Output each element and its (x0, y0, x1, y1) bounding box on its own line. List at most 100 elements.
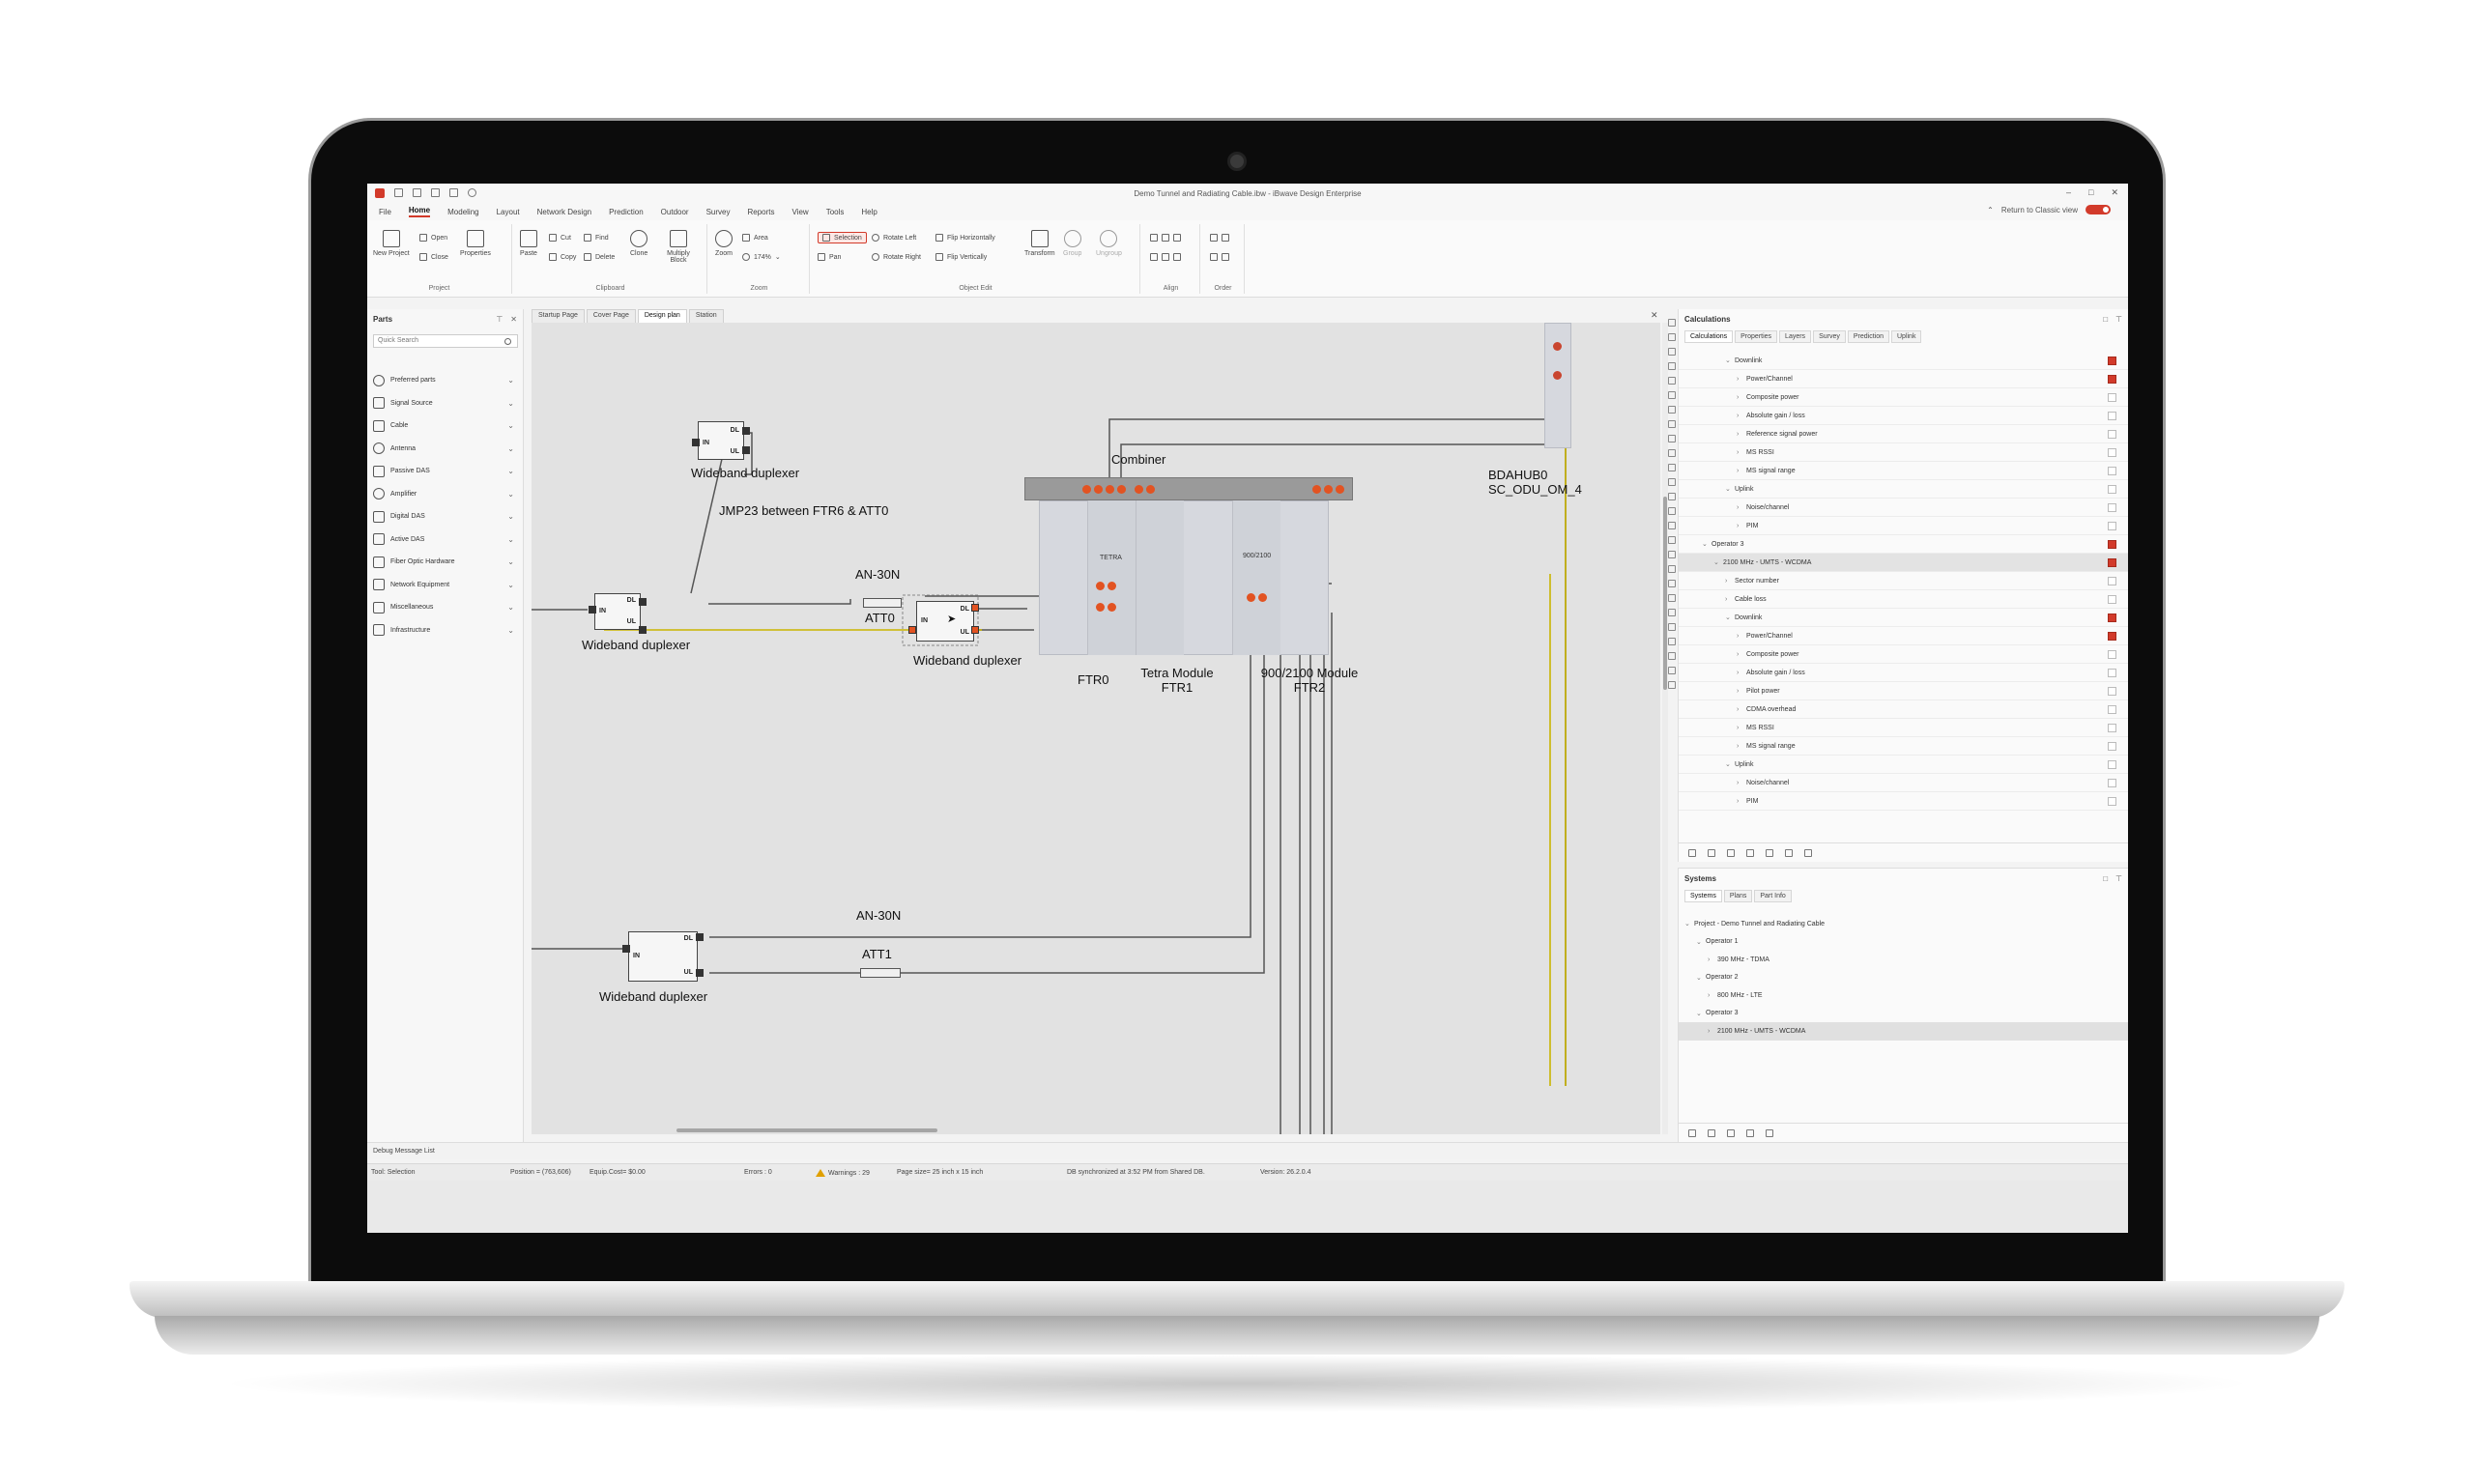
classic-view-toggle[interactable]: ⌃ Return to Classic view (1987, 205, 2111, 214)
checkbox[interactable] (2108, 632, 2116, 641)
chevron-right-icon[interactable]: › (1737, 670, 1746, 676)
checkbox[interactable] (2108, 650, 2116, 659)
cut-button[interactable]: Cut (549, 234, 571, 242)
ungroup-button[interactable]: Ungroup (1096, 230, 1122, 257)
tool-icon[interactable] (1668, 478, 1676, 486)
calc-tree-row[interactable]: ⌄ Downlink (1679, 609, 2128, 627)
checkbox[interactable] (2108, 503, 2116, 512)
menu-outdoor[interactable]: Outdoor (661, 208, 689, 216)
checkbox[interactable] (2108, 412, 2116, 420)
checkbox[interactable] (2108, 558, 2116, 567)
maximize-icon[interactable]: □ (2088, 187, 2093, 198)
tool-icon[interactable] (1668, 652, 1676, 660)
tool-icon[interactable] (1668, 681, 1676, 689)
tool-icon[interactable] (1668, 522, 1676, 529)
chevron-right-icon[interactable]: › (1708, 956, 1717, 963)
chevron-right-icon[interactable]: › (1737, 780, 1746, 786)
design-canvas[interactable]: IN DL UL Wideband duplexer JMP23 between… (532, 323, 1660, 1134)
copy-button[interactable]: Copy (549, 253, 576, 261)
attenuator-att0[interactable] (863, 598, 902, 608)
menu-view[interactable]: View (792, 208, 809, 216)
chart-icon[interactable] (1766, 848, 1773, 857)
tool-icon[interactable] (1668, 333, 1676, 341)
tab-layers[interactable]: Layers (1779, 330, 1812, 343)
calc-tree-row[interactable]: › Reference signal power (1679, 425, 2128, 443)
checkbox[interactable] (2108, 779, 2116, 787)
attenuator-att1[interactable] (860, 968, 901, 978)
tool-icon[interactable] (1668, 391, 1676, 399)
menu-prediction[interactable]: Prediction (609, 208, 644, 216)
port-led[interactable] (1108, 582, 1116, 590)
chevron-right-icon[interactable]: › (1737, 688, 1746, 695)
chevron-up-icon[interactable]: ⌃ (1987, 206, 1994, 214)
tab-properties[interactable]: Properties (1735, 330, 1778, 343)
checkbox[interactable] (2108, 687, 2116, 696)
float-icon[interactable]: □ (2103, 874, 2108, 883)
selection-tool-button[interactable]: Selection (818, 232, 867, 243)
tool-icon[interactable] (1668, 507, 1676, 515)
checkbox[interactable] (2108, 797, 2116, 806)
chevron-down-icon[interactable]: ⌄ (1713, 558, 1723, 566)
calc-tree-row[interactable]: › Absolute gain / loss (1679, 407, 2128, 425)
chevron-right-icon[interactable]: › (1725, 578, 1735, 585)
checkbox[interactable] (2108, 448, 2116, 457)
close-icon[interactable]: ✕ (510, 315, 517, 324)
chevron-right-icon[interactable]: › (1737, 394, 1746, 401)
tool-icon[interactable] (1668, 319, 1676, 327)
tool-icon[interactable] (1668, 348, 1676, 356)
menu-help[interactable]: Help (861, 208, 877, 216)
parts-search-input[interactable]: Quick Search (373, 334, 518, 348)
comment-icon[interactable] (1746, 848, 1754, 857)
chevron-right-icon[interactable]: › (1737, 413, 1746, 419)
checkbox[interactable] (2108, 577, 2116, 585)
port-led[interactable] (1096, 603, 1105, 612)
tool-icon[interactable] (1668, 565, 1676, 573)
checkbox[interactable] (2108, 669, 2116, 677)
systems-tree-row[interactable]: ⌄ Project - Demo Tunnel and Radiating Cab… (1679, 915, 2128, 933)
combiner-bar[interactable] (1024, 477, 1353, 500)
parts-item-infrastructure[interactable]: Infrastructure ⌄ (373, 619, 518, 642)
parts-item-signal-source[interactable]: Signal Source ⌄ (373, 392, 518, 415)
calc-tree-row[interactable]: › Noise/channel (1679, 499, 2128, 517)
send-backward-button[interactable] (1210, 253, 1229, 261)
tab-station[interactable]: Station (688, 309, 724, 323)
tool-icon[interactable] (1668, 435, 1676, 442)
debug-message-list[interactable]: Debug Message List (367, 1142, 2128, 1159)
pin-icon[interactable]: ⊤ (2115, 315, 2122, 324)
close-icon[interactable]: ✕ (1651, 310, 1658, 321)
chevron-right-icon[interactable]: › (1737, 468, 1746, 474)
multiply-block-button[interactable]: Multiply Block (659, 230, 698, 264)
export-icon[interactable] (1804, 848, 1812, 857)
parts-item-antenna[interactable]: Antenna ⌄ (373, 438, 518, 461)
checkbox[interactable] (2108, 760, 2116, 769)
checkbox[interactable] (2108, 485, 2116, 494)
port-led[interactable] (1096, 582, 1105, 590)
calc-tree-row[interactable]: › Power/Channel (1679, 370, 2128, 388)
paste-button[interactable]: Paste (520, 230, 537, 257)
align-top-button[interactable] (1150, 253, 1181, 261)
chevron-down-icon[interactable]: ⌄ (1725, 357, 1735, 364)
duplexer-block-selected[interactable]: IN DL UL (916, 601, 974, 642)
zoom-level-select[interactable]: 174% ⌄ (742, 253, 781, 261)
tool-icon[interactable] (1668, 594, 1676, 602)
tool-icon[interactable] (1668, 536, 1676, 544)
calc-tree-row[interactable]: › Composite power (1679, 645, 2128, 664)
checkbox[interactable] (2108, 393, 2116, 402)
chevron-down-icon[interactable]: ⌄ (1725, 614, 1735, 621)
menu-modeling[interactable]: Modeling (447, 208, 478, 216)
chevron-down-icon[interactable]: ⌄ (1696, 974, 1706, 982)
port-led[interactable] (1247, 593, 1255, 602)
chevron-right-icon[interactable]: › (1737, 651, 1746, 658)
bring-forward-button[interactable] (1210, 234, 1229, 242)
menu-survey[interactable]: Survey (706, 208, 731, 216)
chevron-down-icon[interactable]: ⌄ (1725, 760, 1735, 768)
calc-tree-row[interactable]: › MS RSSI (1679, 719, 2128, 737)
port-connector[interactable] (696, 933, 704, 941)
calc-tree-row[interactable]: ⌄ Operator 3 (1679, 535, 2128, 554)
chevron-down-icon[interactable]: ⌄ (1725, 485, 1735, 493)
calc-tree-row[interactable]: › CDMA overhead (1679, 700, 2128, 719)
tool-icon[interactable] (1668, 667, 1676, 674)
port-connector[interactable] (639, 598, 647, 606)
delete-button[interactable]: Delete (584, 253, 615, 261)
search-icon[interactable] (504, 338, 511, 345)
